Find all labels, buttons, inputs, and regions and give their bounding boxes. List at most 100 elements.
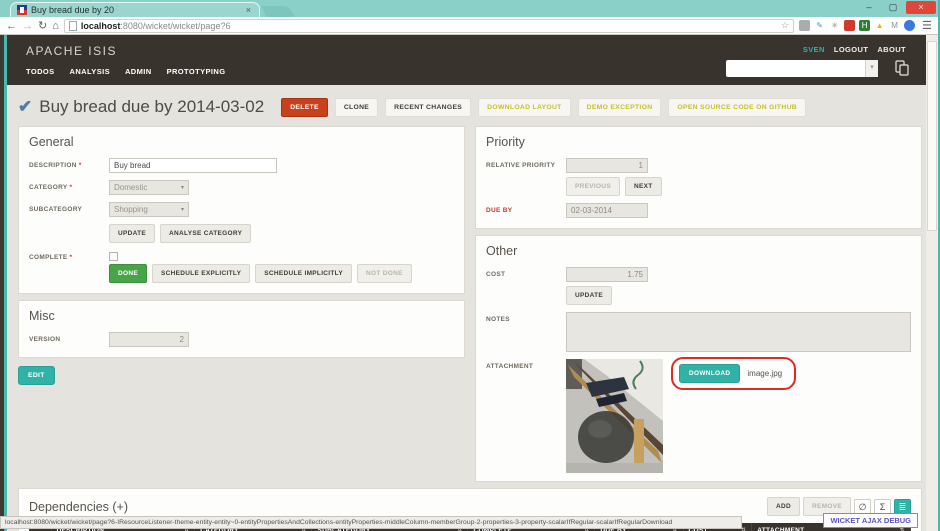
subcategory-select[interactable]: Shopping▾: [109, 202, 189, 217]
open-source-code-button[interactable]: OPEN SOURCE CODE ON GITHUB: [668, 98, 806, 117]
description-input[interactable]: [109, 158, 277, 173]
cost-actions-row: UPDATE: [566, 286, 911, 305]
new-tab-button[interactable]: [261, 6, 294, 17]
feather-extension-icon[interactable]: ✎: [814, 20, 825, 31]
tab-close-icon[interactable]: ×: [244, 5, 253, 15]
url-path: :8080/wicket/wicket/page?6: [120, 21, 230, 31]
required-mark: *: [70, 184, 73, 191]
attachment-filename: image.jpg: [747, 369, 782, 378]
general-panel: General DESCRIPTION* CATEGORY* Domestic▾…: [18, 126, 465, 294]
entity-columns: General DESCRIPTION* CATEGORY* Domestic▾…: [18, 120, 922, 482]
browser-status-bar: localhost:8080/wicket/wicket/page?6-IRes…: [0, 516, 742, 529]
forward-icon[interactable]: →: [22, 19, 33, 33]
cost-row: COST: [486, 267, 911, 282]
attachment-annotation: DOWNLOAD image.jpg: [671, 357, 796, 390]
download-layout-button[interactable]: DOWNLOAD LAYOUT: [478, 98, 570, 117]
required-mark: *: [70, 254, 73, 261]
scrollbar-thumb[interactable]: [927, 41, 937, 231]
next-button[interactable]: NEXT: [625, 177, 662, 196]
page-content: ✔ Buy bread due by 2014-03-02 DELETE CLO…: [0, 94, 940, 531]
session-links: SVEN LOGOUT ABOUT: [803, 45, 906, 54]
chevron-down-icon: ▾: [181, 184, 188, 191]
description-row: DESCRIPTION*: [29, 158, 454, 173]
todo-check-icon: ✔: [18, 97, 32, 117]
other-panel: Other COST UPDATE NOTES ATTACHMENT: [475, 235, 922, 482]
gmail-extension-icon[interactable]: M: [889, 20, 900, 31]
globe-extension-icon[interactable]: [904, 20, 915, 31]
window-controls: – ▢ ×: [858, 1, 936, 14]
home-icon[interactable]: ⌂: [52, 19, 59, 33]
search-input[interactable]: [726, 60, 865, 77]
priority-panel: Priority RELATIVE PRIORITY PREVIOUS NEXT…: [475, 126, 922, 229]
header-search: ▾: [726, 60, 878, 77]
demo-exception-button[interactable]: DEMO EXCEPTION: [578, 98, 662, 117]
relative-priority-row: RELATIVE PRIORITY: [486, 158, 911, 173]
search-dropdown-icon[interactable]: ▾: [865, 60, 878, 77]
category-select[interactable]: Domestic▾: [109, 180, 189, 195]
left-column: General DESCRIPTION* CATEGORY* Domestic▾…: [18, 120, 465, 385]
add-button[interactable]: ADD: [767, 497, 800, 516]
wicket-ajax-debug-link[interactable]: WICKET AJAX DEBUG: [823, 513, 918, 528]
recent-changes-button[interactable]: RECENT CHANGES: [385, 98, 471, 117]
clone-button[interactable]: CLONE: [335, 98, 378, 117]
red-extension-icon[interactable]: [844, 20, 855, 31]
due-by-input: [566, 203, 648, 218]
update-cost-button[interactable]: UPDATE: [566, 286, 612, 305]
complete-label: COMPLETE*: [29, 250, 109, 261]
analyse-category-button[interactable]: ANALYSE CATEGORY: [160, 224, 251, 243]
browser-tab[interactable]: Buy bread due by 20 ×: [10, 2, 260, 17]
due-by-label: DUE BY: [486, 203, 566, 218]
schedule-explicitly-button[interactable]: SCHEDULE EXPLICITLY: [152, 264, 250, 283]
version-row: VERSION: [29, 332, 454, 347]
previous-button: PREVIOUS: [566, 177, 620, 196]
attachment-image: [566, 359, 663, 473]
edit-button[interactable]: EDIT: [18, 366, 55, 385]
window-frame-left-accent: [4, 35, 7, 531]
download-button[interactable]: DOWNLOAD: [679, 364, 740, 383]
subcategory-row: SUBCATEGORY Shopping▾: [29, 202, 454, 217]
menu-item-todos[interactable]: TODOS: [26, 67, 55, 76]
notes-row: NOTES: [486, 312, 911, 352]
about-link[interactable]: ABOUT: [877, 45, 906, 54]
extension-icon[interactable]: [799, 20, 810, 31]
required-mark: *: [79, 162, 82, 169]
url-bar[interactable]: localhost:8080/wicket/wicket/page?6 ☆: [64, 19, 794, 33]
copy-icon[interactable]: [894, 60, 910, 76]
due-by-row: DUE BY: [486, 203, 911, 218]
menu-item-analysis[interactable]: ANALYSIS: [70, 67, 110, 76]
url-text: localhost:8080/wicket/wicket/page?6: [81, 21, 231, 31]
chrome-menu-icon[interactable]: ☰: [920, 19, 934, 32]
schedule-implicitly-button[interactable]: SCHEDULE IMPLICITLY: [255, 264, 352, 283]
main-menu: TODOS ANALYSIS ADMIN PROTOTYPING: [26, 67, 225, 76]
category-label: CATEGORY*: [29, 180, 109, 195]
version-label: VERSION: [29, 332, 109, 347]
update-button[interactable]: UPDATE: [109, 224, 155, 243]
menu-item-prototyping[interactable]: PROTOTYPING: [167, 67, 226, 76]
menu-item-admin[interactable]: ADMIN: [125, 67, 152, 76]
page-icon: [69, 21, 77, 31]
priority-actions-row: PREVIOUS NEXT: [566, 177, 911, 196]
complete-checkbox[interactable]: [109, 252, 118, 261]
refresh-icon[interactable]: ↻: [38, 19, 47, 33]
priority-panel-title: Priority: [486, 135, 911, 149]
user-link[interactable]: SVEN: [803, 45, 825, 54]
drive-extension-icon[interactable]: ▲: [874, 20, 885, 31]
window-maximize-button[interactable]: ▢: [882, 1, 904, 14]
asterisk-extension-icon[interactable]: ✳: [829, 20, 840, 31]
page-scrollbar[interactable]: [926, 35, 938, 531]
window-minimize-button[interactable]: –: [858, 1, 880, 14]
bookmark-star-icon[interactable]: ☆: [781, 20, 789, 31]
right-column: Priority RELATIVE PRIORITY PREVIOUS NEXT…: [475, 120, 922, 482]
dependencies-header: Dependencies (+) ADD REMOVE ∅ Σ ≣: [29, 497, 911, 516]
done-button[interactable]: DONE: [109, 264, 147, 283]
logout-link[interactable]: LOGOUT: [834, 45, 868, 54]
back-icon[interactable]: ←: [6, 19, 17, 33]
window-close-button[interactable]: ×: [906, 1, 936, 14]
attachment-label: ATTACHMENT: [486, 359, 566, 473]
attachment-row: ATTACHMENT: [486, 359, 911, 473]
subcategory-label: SUBCATEGORY: [29, 202, 109, 217]
delete-button[interactable]: DELETE: [281, 98, 328, 117]
h-extension-icon[interactable]: H: [859, 20, 870, 31]
misc-panel: Misc VERSION: [18, 300, 465, 358]
not-done-button: NOT DONE: [357, 264, 412, 283]
